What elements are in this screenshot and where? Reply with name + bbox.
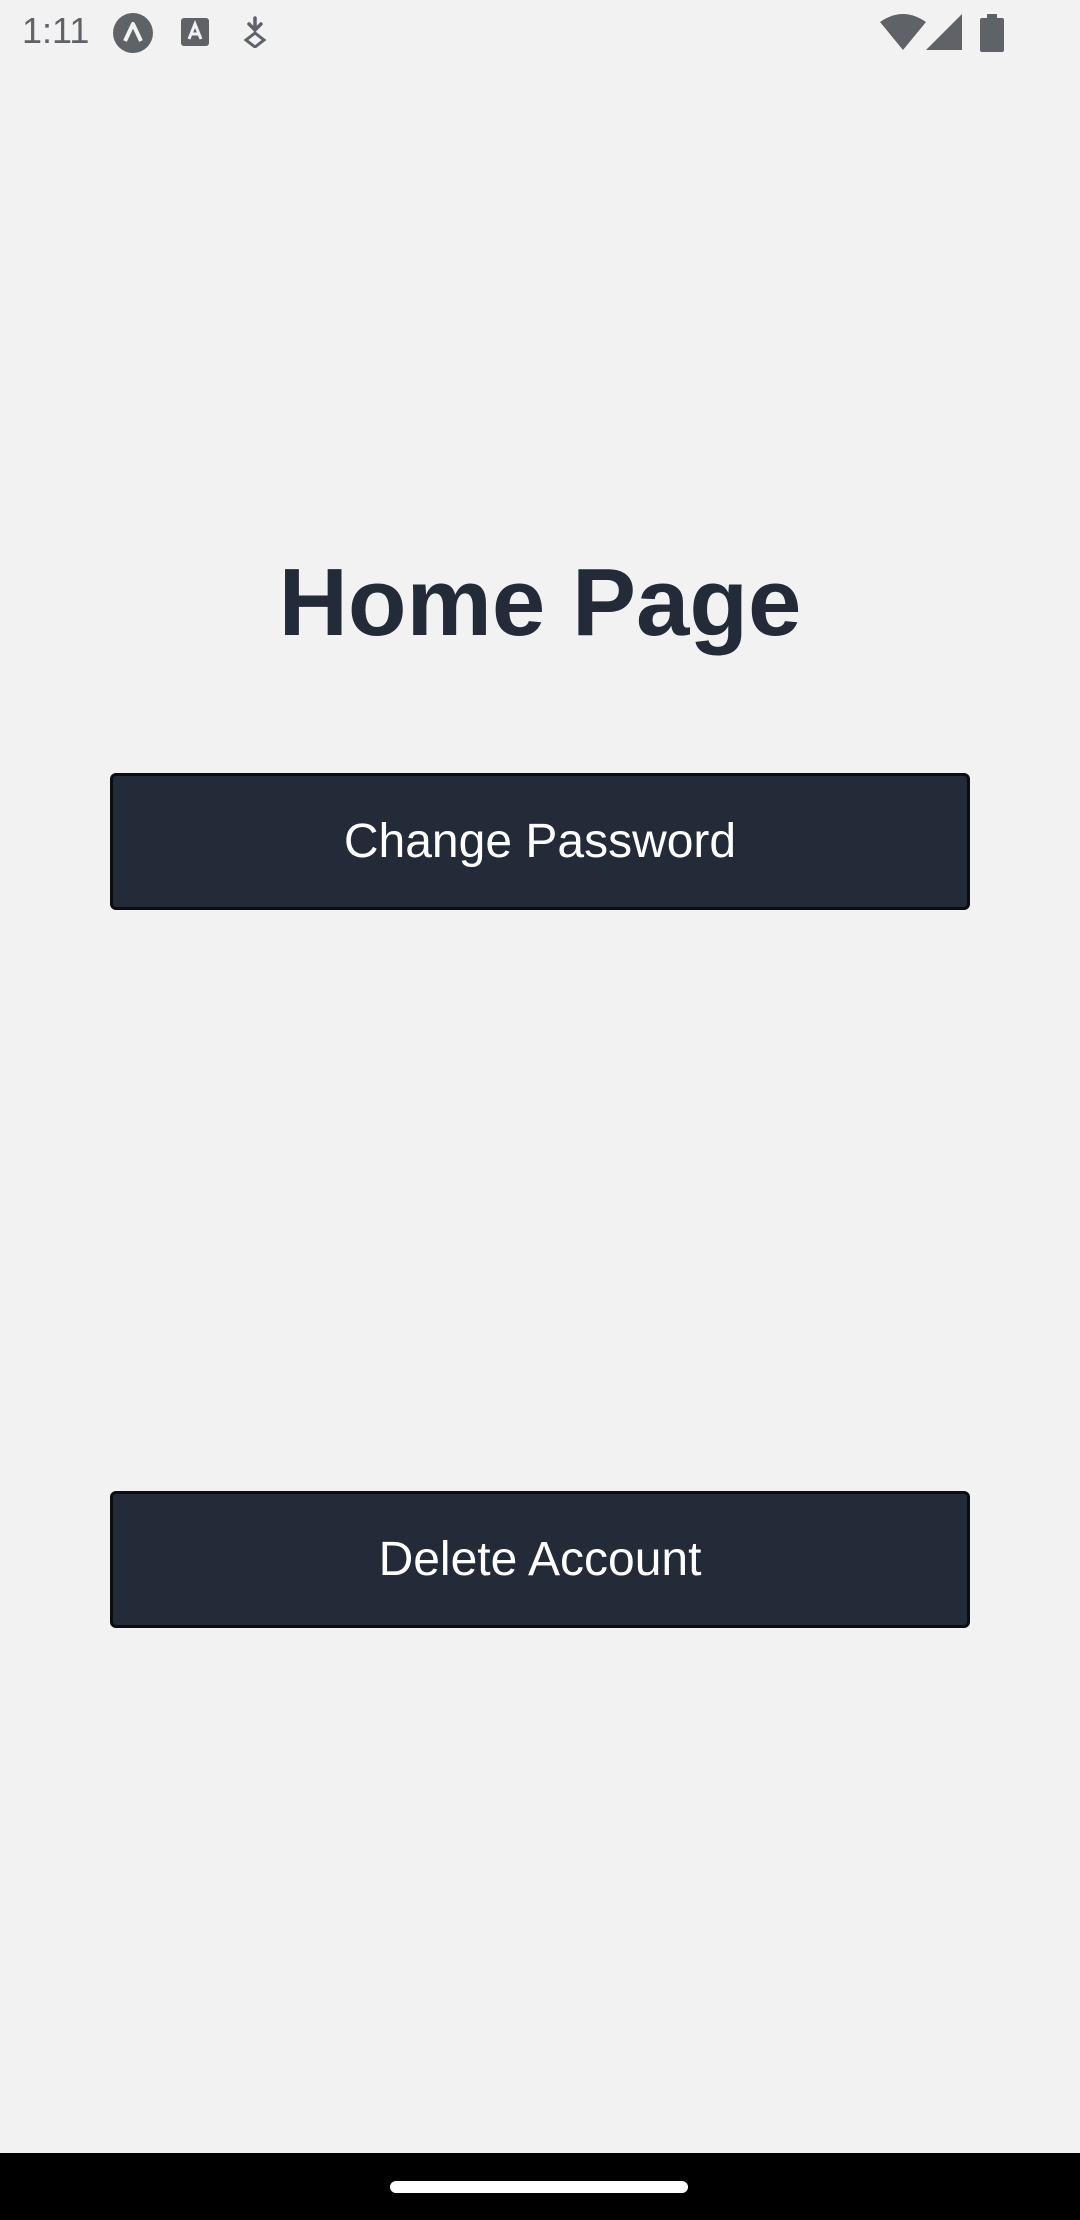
wifi-icon — [880, 14, 926, 55]
navigation-bar — [0, 2153, 1080, 2220]
text-a-icon — [181, 18, 209, 51]
app-logo-icon — [112, 12, 154, 59]
signal-icon — [926, 14, 962, 55]
download-icon — [241, 16, 269, 53]
status-time: 1:11 — [22, 10, 90, 51]
page-title: Home Page — [278, 549, 802, 656]
change-password-button[interactable]: Change Password — [110, 773, 970, 910]
delete-account-button[interactable]: Delete Account — [110, 1491, 970, 1628]
home-gesture-handle[interactable] — [390, 2181, 688, 2193]
battery-icon — [980, 14, 1004, 57]
status-bar: 1:11 — [0, 0, 1080, 66]
